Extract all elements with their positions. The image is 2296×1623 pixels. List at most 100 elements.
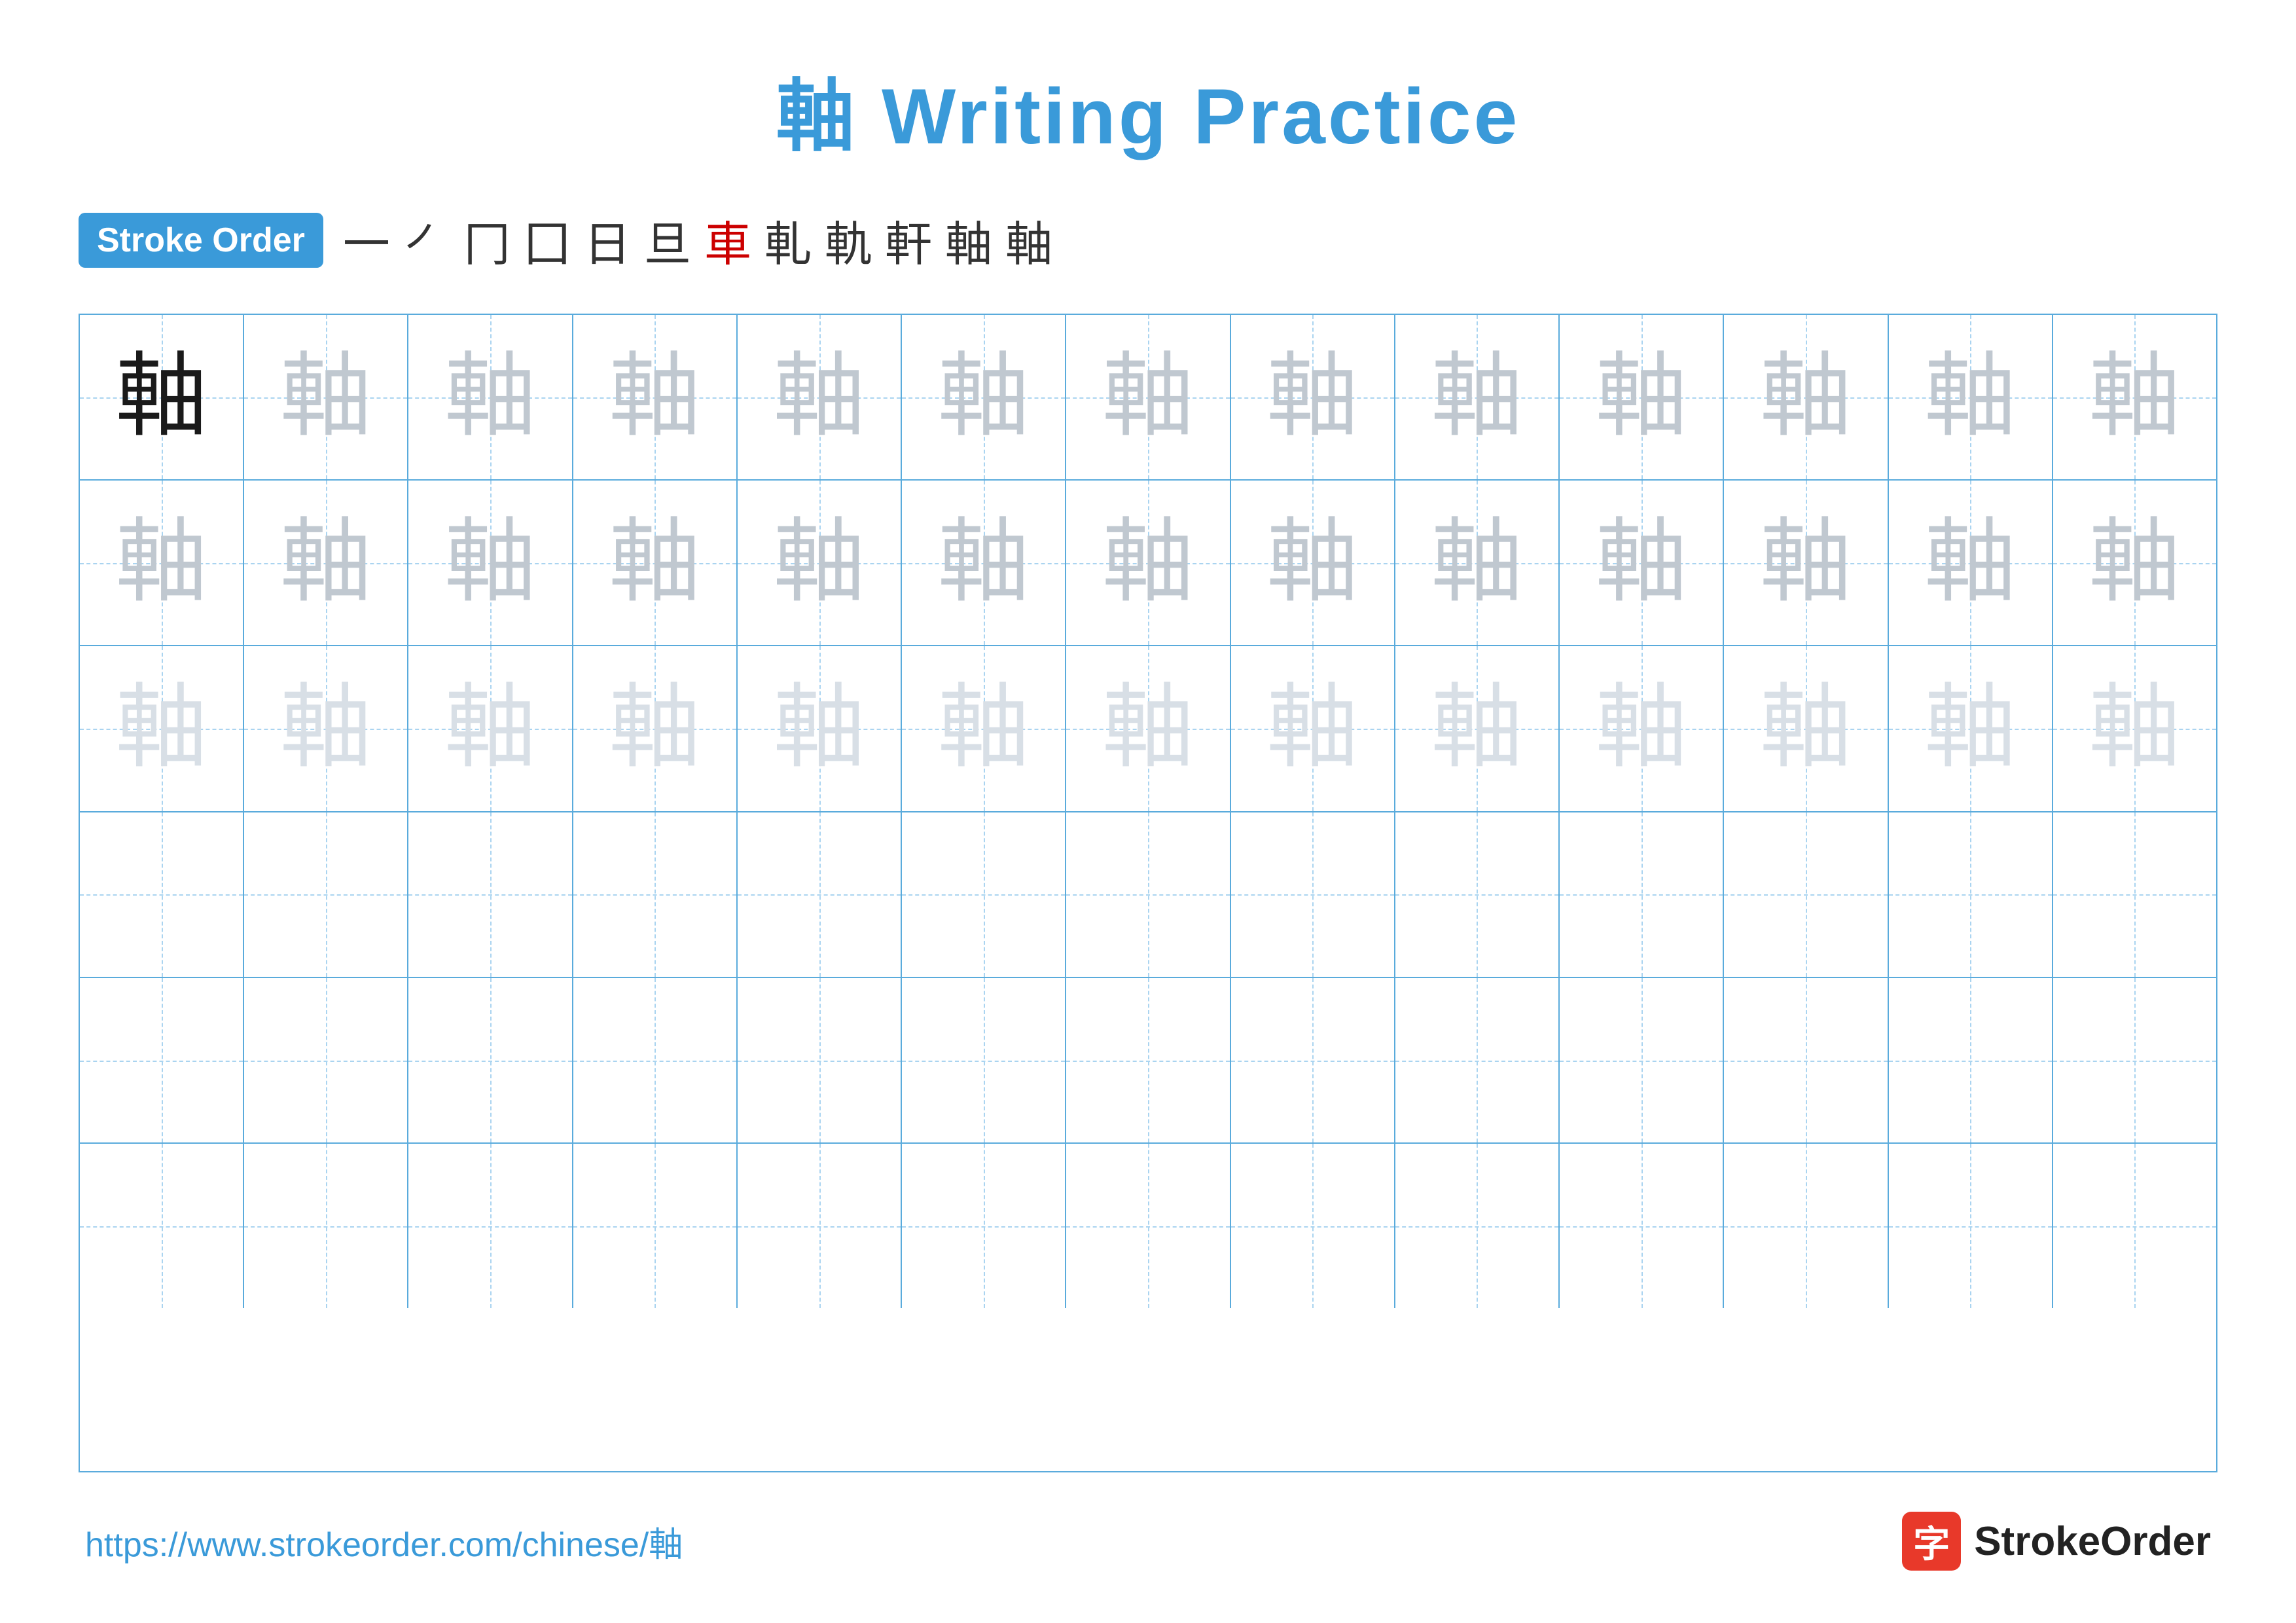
cell-1-12[interactable]: 軸	[1889, 315, 2053, 479]
char-2-10: 軸	[1596, 517, 1687, 609]
cell-1-3[interactable]: 軸	[408, 315, 573, 479]
cell-4-10[interactable]	[1560, 812, 1724, 977]
cell-3-11[interactable]: 軸	[1724, 646, 1888, 811]
cell-3-2[interactable]: 軸	[244, 646, 408, 811]
footer-url[interactable]: https://www.strokeorder.com/chinese/軸	[85, 1517, 683, 1566]
char-3-13: 軸	[2089, 683, 2180, 775]
cell-1-4[interactable]: 軸	[573, 315, 738, 479]
cell-2-6[interactable]: 軸	[902, 481, 1066, 645]
char-1-9: 軸	[1431, 352, 1522, 443]
cell-3-5[interactable]: 軸	[738, 646, 902, 811]
stroke-4: 囗	[524, 206, 571, 274]
cell-2-10[interactable]: 軸	[1560, 481, 1724, 645]
stroke-3: 冂	[463, 206, 511, 274]
cell-6-1[interactable]	[80, 1144, 244, 1308]
char-1-8: 軸	[1266, 352, 1358, 443]
cell-6-12[interactable]	[1889, 1144, 2053, 1308]
cell-3-4[interactable]: 軸	[573, 646, 738, 811]
cell-1-9[interactable]: 軸	[1395, 315, 1560, 479]
cell-4-5[interactable]	[738, 812, 902, 977]
cell-4-6[interactable]	[902, 812, 1066, 977]
char-3-12: 軸	[1924, 683, 2016, 775]
cell-3-7[interactable]: 軸	[1066, 646, 1230, 811]
cell-6-5[interactable]	[738, 1144, 902, 1308]
cell-1-6[interactable]: 軸	[902, 315, 1066, 479]
char-2-13: 軸	[2089, 517, 2180, 609]
cell-3-9[interactable]: 軸	[1395, 646, 1560, 811]
stroke-10: 軒	[885, 206, 932, 274]
cell-5-4[interactable]	[573, 978, 738, 1142]
cell-2-9[interactable]: 軸	[1395, 481, 1560, 645]
cell-4-11[interactable]	[1724, 812, 1888, 977]
cell-2-1[interactable]: 軸	[80, 481, 244, 645]
cell-2-11[interactable]: 軸	[1724, 481, 1888, 645]
cell-5-1[interactable]	[80, 978, 244, 1142]
cell-3-8[interactable]: 軸	[1231, 646, 1395, 811]
cell-1-5[interactable]: 軸	[738, 315, 902, 479]
cell-5-7[interactable]	[1066, 978, 1230, 1142]
cell-2-2[interactable]: 軸	[244, 481, 408, 645]
cell-4-8[interactable]	[1231, 812, 1395, 977]
cell-5-6[interactable]	[902, 978, 1066, 1142]
footer: https://www.strokeorder.com/chinese/軸 字 …	[79, 1512, 2217, 1571]
cell-1-7[interactable]: 軸	[1066, 315, 1230, 479]
cell-3-10[interactable]: 軸	[1560, 646, 1724, 811]
cell-4-13[interactable]	[2053, 812, 2216, 977]
stroke-sequence: 一 ㇒ 冂 囗 日 旦 車 軋 軌 軒 軸 軸	[343, 206, 1052, 274]
cell-6-7[interactable]	[1066, 1144, 1230, 1308]
cell-5-8[interactable]	[1231, 978, 1395, 1142]
cell-3-13[interactable]: 軸	[2053, 646, 2216, 811]
char-3-10: 軸	[1596, 683, 1687, 775]
cell-6-6[interactable]	[902, 1144, 1066, 1308]
cell-6-11[interactable]	[1724, 1144, 1888, 1308]
cell-2-13[interactable]: 軸	[2053, 481, 2216, 645]
cell-2-4[interactable]: 軸	[573, 481, 738, 645]
stroke-7: 車	[704, 206, 751, 274]
cell-2-5[interactable]: 軸	[738, 481, 902, 645]
cell-5-3[interactable]	[408, 978, 573, 1142]
cell-6-8[interactable]	[1231, 1144, 1395, 1308]
stroke-12: 軸	[1005, 206, 1052, 274]
cell-5-10[interactable]	[1560, 978, 1724, 1142]
cell-2-7[interactable]: 軸	[1066, 481, 1230, 645]
char-1-13: 軸	[2089, 352, 2180, 443]
cell-3-3[interactable]: 軸	[408, 646, 573, 811]
cell-4-2[interactable]	[244, 812, 408, 977]
cell-5-11[interactable]	[1724, 978, 1888, 1142]
cell-5-13[interactable]	[2053, 978, 2216, 1142]
cell-2-12[interactable]: 軸	[1889, 481, 2053, 645]
char-1-1: 軸	[116, 352, 207, 443]
cell-1-8[interactable]: 軸	[1231, 315, 1395, 479]
cell-5-9[interactable]	[1395, 978, 1560, 1142]
char-3-8: 軸	[1266, 683, 1358, 775]
cell-6-2[interactable]	[244, 1144, 408, 1308]
cell-2-8[interactable]: 軸	[1231, 481, 1395, 645]
cell-4-3[interactable]	[408, 812, 573, 977]
cell-1-2[interactable]: 軸	[244, 315, 408, 479]
cell-4-9[interactable]	[1395, 812, 1560, 977]
cell-1-10[interactable]: 軸	[1560, 315, 1724, 479]
cell-4-12[interactable]	[1889, 812, 2053, 977]
cell-6-10[interactable]	[1560, 1144, 1724, 1308]
cell-4-1[interactable]	[80, 812, 244, 977]
cell-6-9[interactable]	[1395, 1144, 1560, 1308]
cell-6-13[interactable]	[2053, 1144, 2216, 1308]
cell-1-13[interactable]: 軸	[2053, 315, 2216, 479]
cell-6-4[interactable]	[573, 1144, 738, 1308]
cell-4-4[interactable]	[573, 812, 738, 977]
char-2-8: 軸	[1266, 517, 1358, 609]
cell-3-1[interactable]: 軸	[80, 646, 244, 811]
char-2-6: 軸	[938, 517, 1030, 609]
cell-5-5[interactable]	[738, 978, 902, 1142]
cell-3-12[interactable]: 軸	[1889, 646, 2053, 811]
cell-1-1[interactable]: 軸	[80, 315, 244, 479]
cell-1-11[interactable]: 軸	[1724, 315, 1888, 479]
cell-6-3[interactable]	[408, 1144, 573, 1308]
cell-5-2[interactable]	[244, 978, 408, 1142]
char-1-4: 軸	[609, 352, 700, 443]
char-1-2: 軸	[280, 352, 372, 443]
cell-3-6[interactable]: 軸	[902, 646, 1066, 811]
cell-5-12[interactable]	[1889, 978, 2053, 1142]
cell-2-3[interactable]: 軸	[408, 481, 573, 645]
cell-4-7[interactable]	[1066, 812, 1230, 977]
